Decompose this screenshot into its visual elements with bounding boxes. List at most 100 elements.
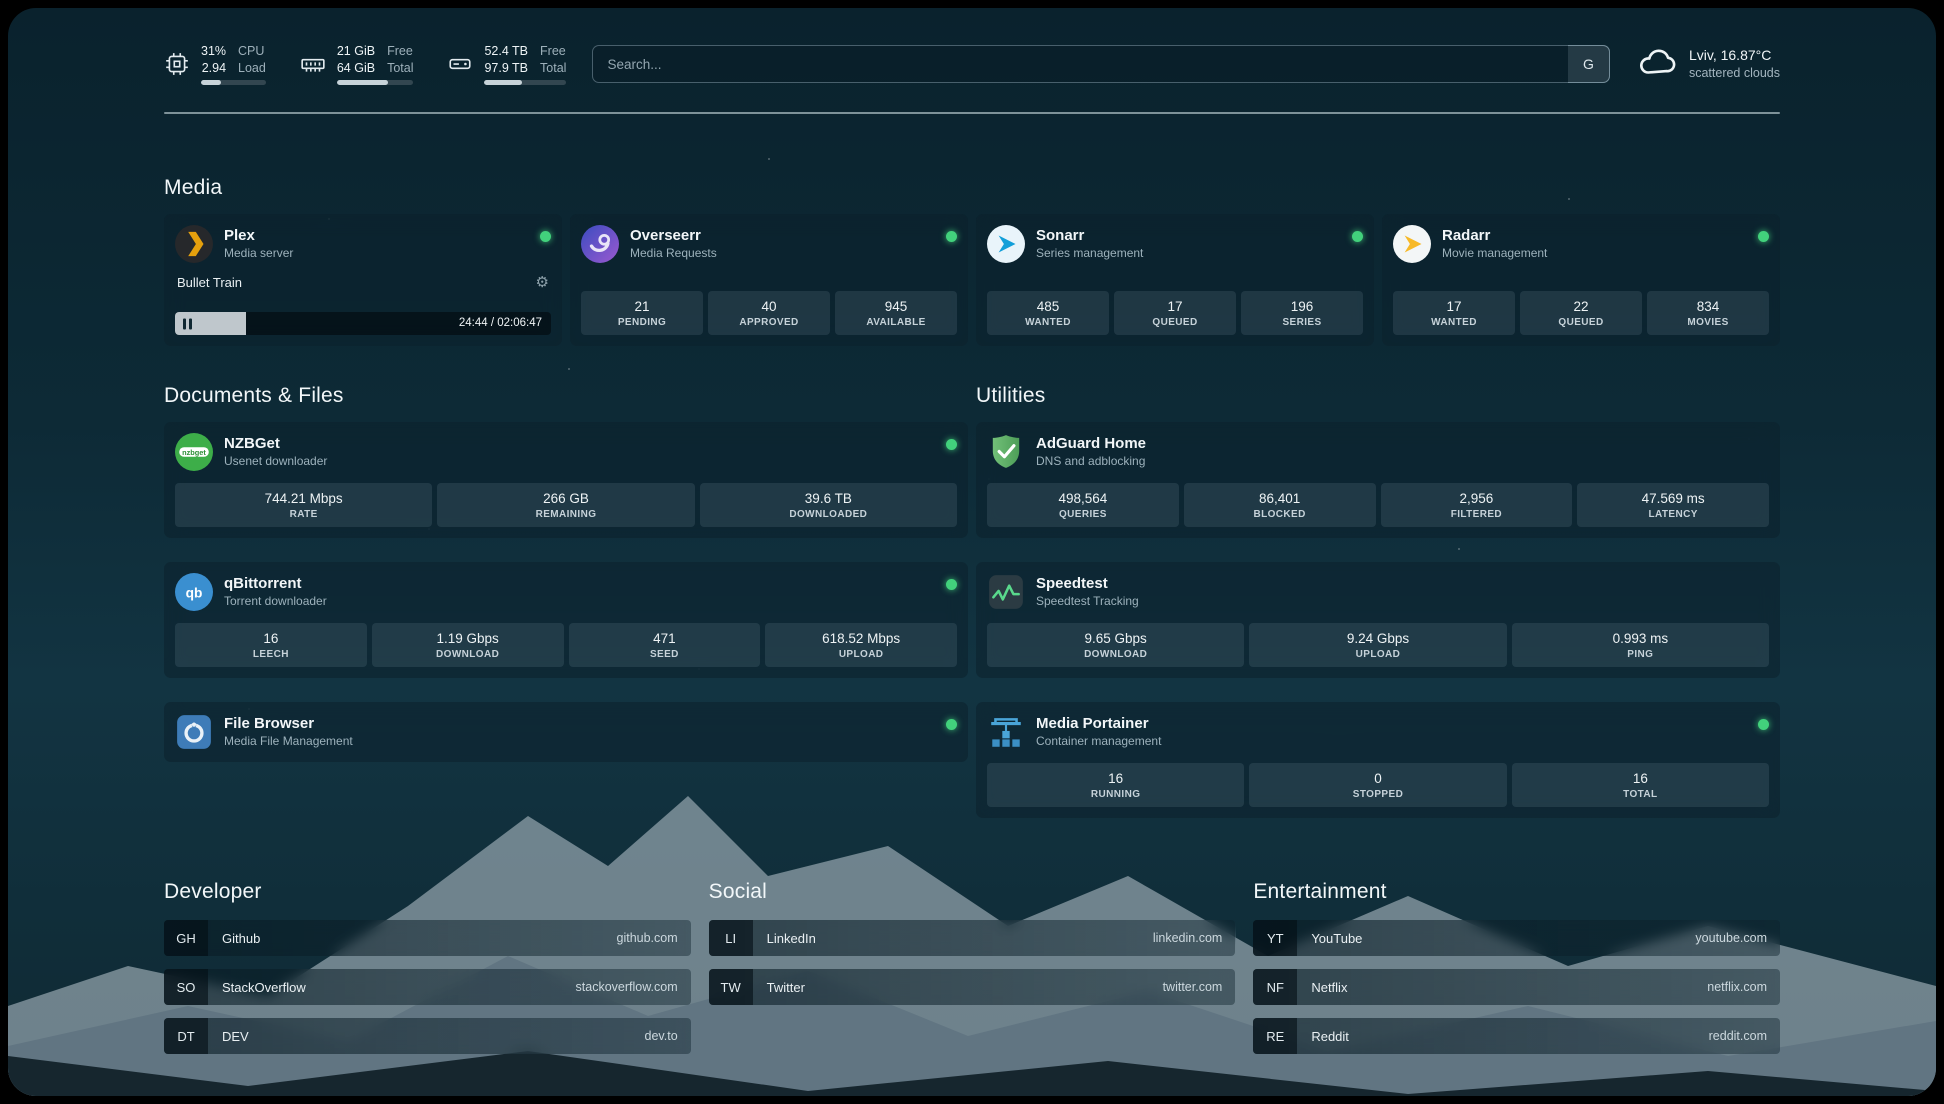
bookmark-group-social: Social LI LinkedIn linkedin.com TW Twitt… [709, 880, 1236, 1054]
service-description: Media Requests [630, 246, 717, 262]
bookmark-stackoverflow[interactable]: SO StackOverflow stackoverflow.com [164, 969, 691, 1005]
weather-location: Lviv, 16.87°C [1689, 46, 1780, 65]
stat-tile: 21 PENDING [581, 291, 703, 335]
search-provider-button[interactable]: G [1568, 45, 1610, 83]
cpu-values: 31%2.94 [201, 43, 226, 76]
section-title-media: Media [164, 176, 1780, 200]
bookmark-dev[interactable]: DT DEV dev.to [164, 1018, 691, 1054]
svg-text:qb: qb [186, 585, 203, 600]
bookmark-linkedin[interactable]: LI LinkedIn linkedin.com [709, 920, 1236, 956]
svg-text:nzbget: nzbget [182, 448, 206, 457]
disk-widget: 52.4 TB97.9 TB FreeTotal [447, 43, 566, 85]
service-description: Torrent downloader [224, 594, 327, 610]
stat-tile: 0 STOPPED [1249, 763, 1506, 807]
card-plex[interactable]: Plex Media server Bullet Train ⚙ 24:44 /… [164, 214, 562, 346]
adguard-icon [987, 433, 1025, 471]
status-dot [1758, 719, 1769, 730]
status-dot [946, 439, 957, 450]
stat-tile: 471 SEED [569, 623, 761, 667]
stat-tile: 485 WANTED [987, 291, 1109, 335]
radarr-icon [1393, 225, 1431, 263]
card-filebrowser[interactable]: File Browser Media File Management [164, 702, 968, 762]
memory-widget: 21 GiB64 GiB FreeTotal [300, 43, 414, 85]
bookmark-url: netflix.com [1707, 980, 1767, 994]
dashboard-background: 31%2.94 CPULoad [8, 8, 1936, 1096]
bookmark-abbr: SO [164, 969, 208, 1005]
status-dot [1352, 231, 1363, 242]
memory-usage-bar [337, 80, 414, 85]
card-overseerr[interactable]: Overseerr Media Requests 21 PENDING 40 A… [570, 214, 968, 346]
bookmark-group-entertainment: Entertainment YT YouTube youtube.com NF … [1253, 880, 1780, 1054]
bookmark-abbr: NF [1253, 969, 1297, 1005]
card-portainer[interactable]: Media Portainer Container management 16 … [976, 702, 1780, 818]
plex-icon [175, 225, 213, 263]
bookmark-abbr: TW [709, 969, 753, 1005]
service-name: NZBGet [224, 434, 327, 454]
disk-labels: FreeTotal [540, 43, 566, 76]
bookmark-url: youtube.com [1695, 931, 1767, 945]
qbittorrent-icon: qb [175, 573, 213, 611]
status-dot [1758, 231, 1769, 242]
weather-widget: Lviv, 16.87°C scattered clouds [1636, 41, 1780, 88]
media-cards: Plex Media server Bullet Train ⚙ 24:44 /… [164, 214, 1780, 346]
card-speedtest[interactable]: Speedtest Speedtest Tracking 9.65 Gbps D… [976, 562, 1780, 678]
disk-icon [447, 51, 473, 77]
bookmark-url: stackoverflow.com [576, 980, 678, 994]
cpu-icon [164, 51, 190, 77]
overseerr-icon [581, 225, 619, 263]
card-radarr[interactable]: Radarr Movie management 17 WANTED 22 QUE… [1382, 214, 1780, 346]
settings-gear-icon[interactable]: ⚙ [536, 273, 549, 291]
card-qbittorrent[interactable]: qb qBittorrent Torrent downloader 16 [164, 562, 968, 678]
bookmark-name: Twitter [767, 980, 805, 995]
service-name: Radarr [1442, 226, 1547, 246]
service-name: Media Portainer [1036, 714, 1161, 734]
status-dot [540, 231, 551, 242]
bookmark-name: LinkedIn [767, 931, 816, 946]
stat-tile: 834 MOVIES [1647, 291, 1769, 335]
section-utilities: Utilities [976, 384, 1780, 818]
pause-icon[interactable] [183, 318, 192, 329]
service-description: Media File Management [224, 734, 353, 750]
card-sonarr[interactable]: Sonarr Series management 485 WANTED 17 Q… [976, 214, 1374, 346]
bookmark-youtube[interactable]: YT YouTube youtube.com [1253, 920, 1780, 956]
stat-tile: 196 SERIES [1241, 291, 1363, 335]
bookmark-netflix[interactable]: NF Netflix netflix.com [1253, 969, 1780, 1005]
service-description: Speedtest Tracking [1036, 594, 1139, 610]
service-description: Movie management [1442, 246, 1547, 262]
bookmark-twitter[interactable]: TW Twitter twitter.com [709, 969, 1236, 1005]
bookmark-name: Github [222, 931, 260, 946]
bookmark-url: linkedin.com [1153, 931, 1222, 945]
bookmark-name: Netflix [1311, 980, 1347, 995]
service-name: Speedtest [1036, 574, 1139, 594]
stat-tile: 16 TOTAL [1512, 763, 1769, 807]
sonarr-icon [987, 225, 1025, 263]
section-title-documents: Documents & Files [164, 384, 968, 408]
disk-usage-bar [484, 80, 566, 85]
card-adguard[interactable]: AdGuard Home DNS and adblocking 498,564 … [976, 422, 1780, 538]
bookmark-url: reddit.com [1709, 1029, 1767, 1043]
filebrowser-icon [175, 713, 213, 751]
stat-tile: 40 APPROVED [708, 291, 830, 335]
bookmark-github[interactable]: GH Github github.com [164, 920, 691, 956]
stat-tile: 744.21 Mbps RATE [175, 483, 432, 527]
stat-tile: 16 RUNNING [987, 763, 1244, 807]
stat-tile: 39.6 TB DOWNLOADED [700, 483, 957, 527]
bookmark-abbr: GH [164, 920, 208, 956]
service-description: Usenet downloader [224, 454, 327, 470]
resource-widgets: 31%2.94 CPULoad [164, 43, 566, 85]
bookmark-abbr: RE [1253, 1018, 1297, 1054]
playback-progress-bar[interactable]: 24:44 / 02:06:47 [175, 312, 551, 335]
service-description: DNS and adblocking [1036, 454, 1146, 470]
bookmark-name: Reddit [1311, 1029, 1349, 1044]
service-description: Container management [1036, 734, 1161, 750]
bookmark-url: dev.to [645, 1029, 678, 1043]
card-nzbget[interactable]: nzbget NZBGet Usenet downloader 744.21 M… [164, 422, 968, 538]
cloud-icon [1636, 41, 1678, 88]
stat-tile: 618.52 Mbps UPLOAD [765, 623, 957, 667]
status-dot [946, 231, 957, 242]
bookmark-name: YouTube [1311, 931, 1362, 946]
stat-tile: 17 WANTED [1393, 291, 1515, 335]
search-input[interactable] [592, 45, 1610, 83]
service-name: qBittorrent [224, 574, 327, 594]
bookmark-reddit[interactable]: RE Reddit reddit.com [1253, 1018, 1780, 1054]
